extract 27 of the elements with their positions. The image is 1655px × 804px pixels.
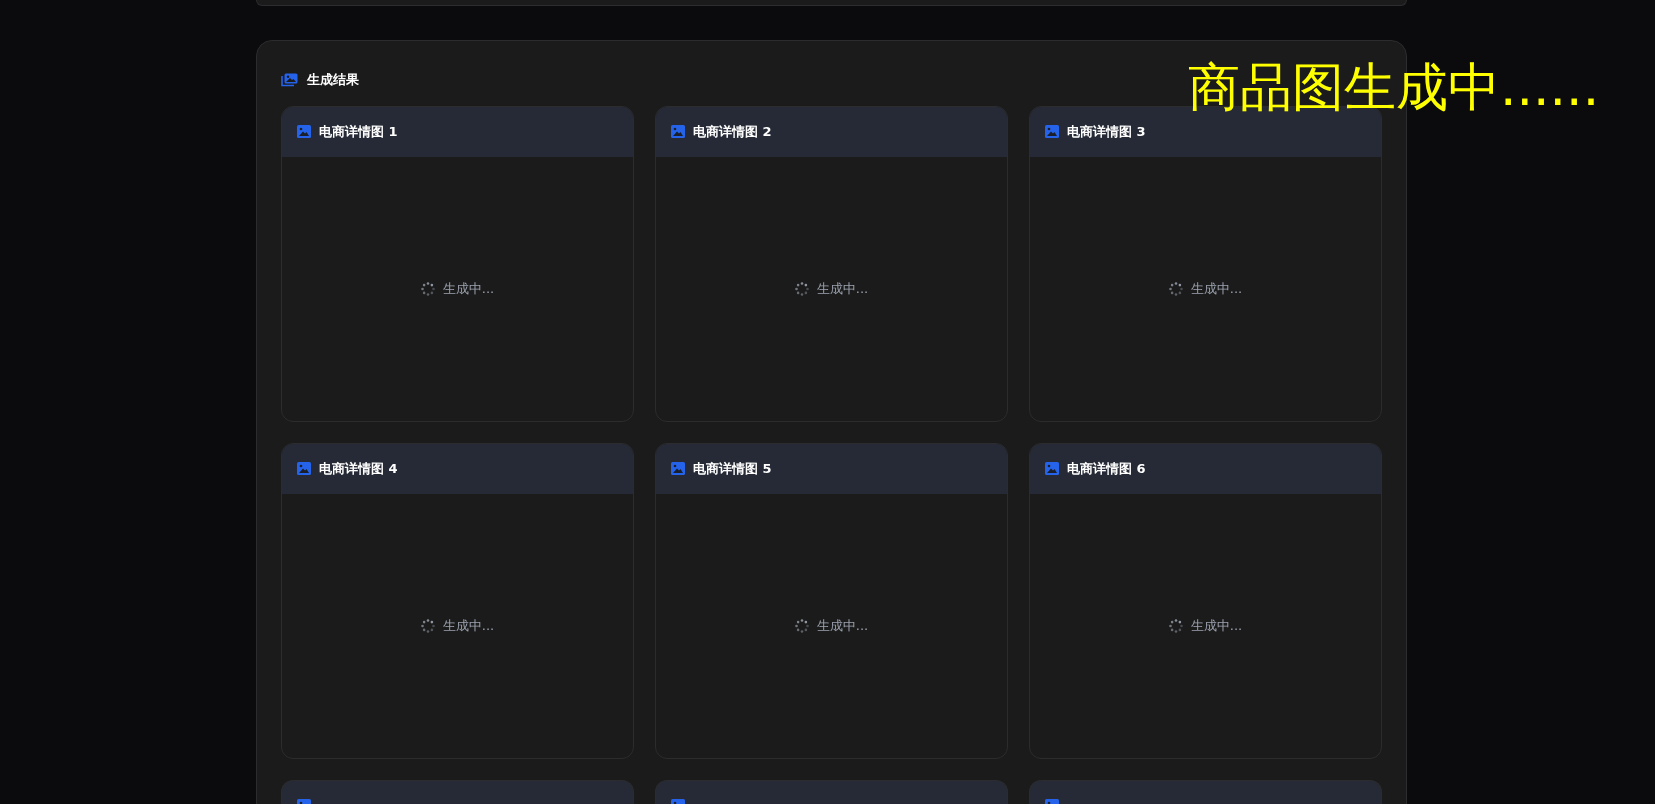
loading-status: 生成中... (442, 280, 495, 299)
loading-status: 生成中... (1190, 280, 1243, 299)
spinner-icon (1168, 619, 1183, 633)
loading-status: 生成中... (816, 280, 869, 299)
loading-status: 生成中... (816, 617, 869, 636)
loading-status: 生成中... (442, 617, 495, 636)
image-icon (297, 125, 311, 139)
spinner-icon (794, 619, 809, 633)
section-title: 生成结果 (307, 71, 359, 90)
image-icon (671, 462, 685, 476)
card-title: 电商详情图 3 (1067, 123, 1146, 142)
spinner-icon (420, 282, 435, 296)
spinner-icon (1168, 282, 1183, 296)
image-icon (1045, 462, 1059, 476)
loading-status: 生成中... (1190, 617, 1243, 636)
spinner-icon (794, 282, 809, 296)
image-icon (671, 125, 685, 139)
card-title: 电商详情图 4 (319, 460, 398, 479)
overlay-caption: 商品图生成中...... (1188, 56, 1600, 119)
card-title: 电商详情图 6 (1067, 460, 1146, 479)
image-icon (297, 462, 311, 476)
card-title: 电商详情图 5 (693, 460, 772, 479)
image-icon (1045, 125, 1059, 139)
spinner-icon (420, 619, 435, 633)
card-title: 电商详情图 2 (693, 123, 772, 142)
gallery-icon (281, 73, 298, 87)
card-title: 电商详情图 1 (319, 123, 398, 142)
